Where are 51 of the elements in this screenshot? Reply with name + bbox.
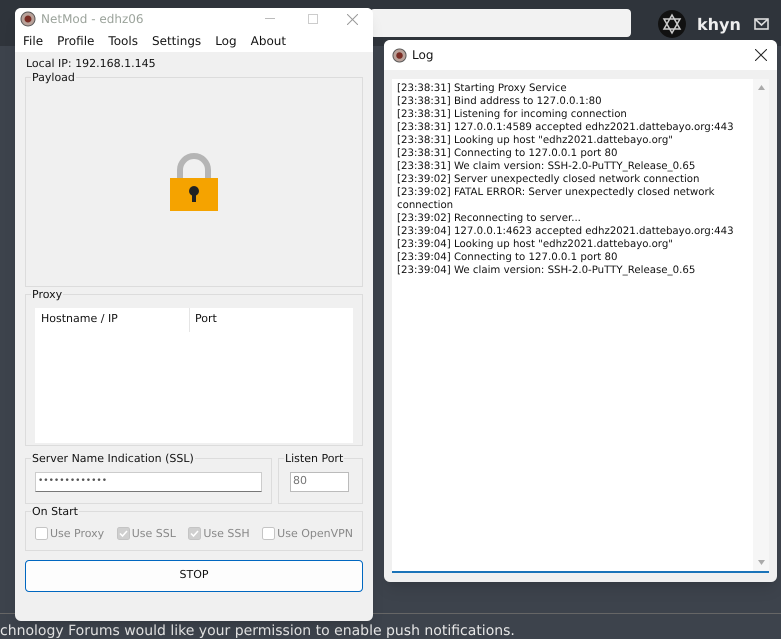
mail-icon[interactable] — [754, 18, 769, 30]
log-line: [23:39:04] 127.0.0.1:4623 accepted edhz2021.dattebayo.org:443 — [397, 225, 735, 238]
minimize-icon[interactable] — [265, 18, 275, 20]
group-label: Server Name Indication (SSL) — [31, 452, 195, 464]
padlock-icon — [168, 152, 220, 212]
avatar-icon[interactable] — [658, 10, 686, 38]
log-line: [23:38:31] 127.0.0.1:4589 accepted edhz2021.dattebayo.org:443 — [397, 121, 735, 134]
checkbox-label: Use OpenVPN — [277, 526, 353, 542]
close-icon[interactable] — [755, 49, 767, 61]
log-line: [23:38:31] Bind address to 127.0.0.1:80 — [397, 95, 603, 108]
sni-field[interactable]: ••••••••••••• — [35, 472, 262, 492]
log-line: [23:38:31] Starting Proxy Service — [397, 82, 568, 95]
log-line: [23:39:02] FATAL ERROR: Server unexpectedly closed network connection — [397, 186, 716, 212]
stop-button[interactable]: STOP — [25, 560, 363, 592]
checkbox-label: Use SSH — [203, 526, 250, 542]
menu-item[interactable]: Tools — [108, 32, 138, 50]
menu-item[interactable]: Log — [215, 32, 237, 50]
window-title: Log — [412, 47, 434, 64]
checkbox-label: Use Proxy — [50, 526, 104, 542]
log-line: [23:38:31] We claim version: SSH-2.0-PuTTY_Release_0.65 — [397, 160, 696, 173]
log-line: [23:38:31] Looking up host "edhz2021.dattebayo.org" — [397, 134, 674, 147]
menu-item[interactable]: About — [250, 32, 286, 50]
column-header[interactable]: Hostname / IP — [35, 308, 190, 332]
group-label: Payload — [31, 70, 76, 84]
log-line: [23:39:04] Connecting to 127.0.0.1 port 80 — [397, 251, 618, 264]
notification-text: chnology Forums would like your permission to enable push notifications. — [0, 622, 515, 639]
app-icon — [20, 11, 36, 27]
log-line: [23:39:02] Reconnecting to server... — [397, 212, 582, 225]
app-icon — [392, 48, 407, 62]
checkbox-label: Use SSL — [132, 526, 176, 542]
log-line: [23:39:04] We claim version: SSH-2.0-PuTTY_Release_0.65 — [397, 264, 696, 277]
log-line: [23:39:04] Looking up host "edhz2021.dattebayo.org" — [397, 238, 674, 251]
log-line: [23:38:31] Listening for incoming connection — [397, 108, 628, 121]
log-line: [23:39:02] Server unexpectedly closed network connection — [397, 173, 700, 186]
search-field[interactable] — [370, 9, 631, 37]
log-line: [23:38:31] Connecting to 127.0.0.1 port 80 — [397, 147, 618, 160]
group-label: On Start — [31, 504, 79, 518]
local-ip-text: Local IP: 192.168.1.145 — [26, 56, 157, 72]
port-field[interactable]: 80 — [290, 472, 349, 492]
menu-item[interactable]: Settings — [152, 32, 202, 50]
group-label: Proxy — [31, 288, 64, 300]
group-label: Listen Port — [284, 452, 344, 464]
column-header[interactable]: Port — [190, 308, 217, 332]
user-name[interactable]: khyn — [697, 13, 741, 37]
scroll-down-icon[interactable] — [758, 560, 764, 565]
scrollbar[interactable] — [753, 79, 769, 571]
menu-item[interactable]: File — [23, 32, 44, 50]
menu-item[interactable]: Profile — [57, 32, 94, 50]
scroll-up-icon[interactable] — [758, 85, 764, 90]
window-title: NetMod - edhz06 — [41, 11, 144, 28]
maximize-icon[interactable] — [308, 14, 318, 24]
